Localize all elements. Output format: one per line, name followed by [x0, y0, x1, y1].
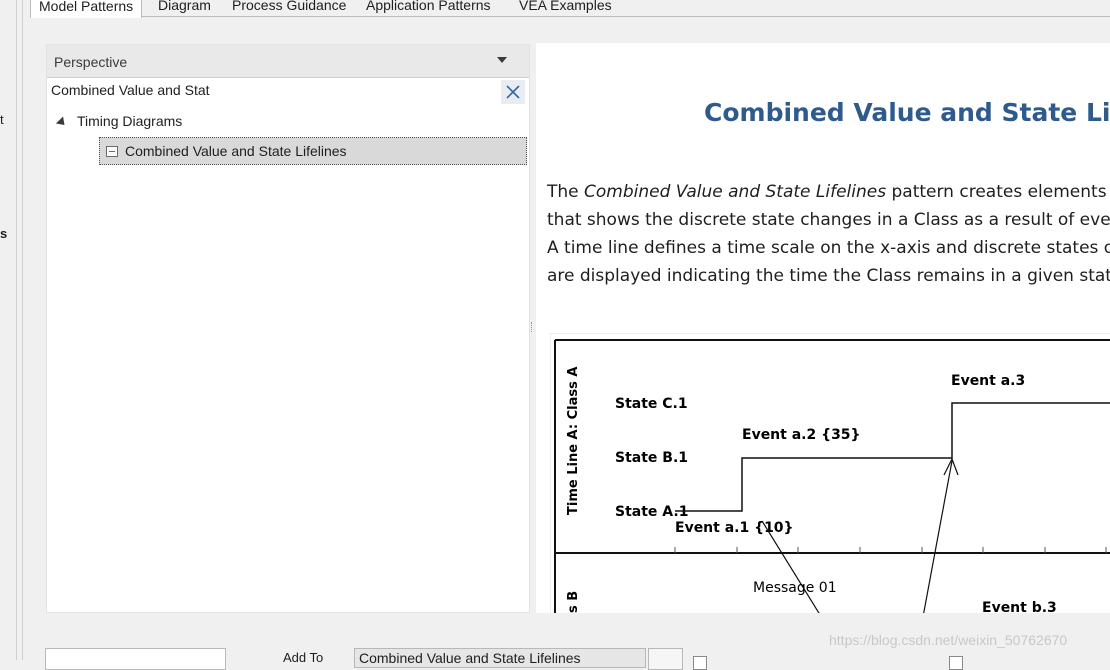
search-row: [47, 78, 529, 104]
tree-item-label: Timing Diagrams: [77, 113, 183, 129]
perspective-label: Perspective: [54, 54, 128, 70]
state-label-a1: State A.1: [615, 504, 688, 520]
doc-line-4: are displayed indicating the time the Cl…: [547, 266, 1110, 286]
tree-item-combined-value-state-lifelines[interactable]: Combined Value and State Lifelines: [99, 137, 527, 165]
browse-button[interactable]: [648, 648, 683, 670]
pattern-browser-panel: Perspective Timing Diagrams Combined Val…: [46, 44, 530, 613]
option-checkbox-2[interactable]: [949, 656, 963, 670]
doc-description: The Combined Value and State Lifelines p…: [547, 178, 1110, 290]
state-label-b1: State B.1: [615, 450, 688, 466]
tab-vea-examples[interactable]: VEA Examples: [511, 0, 620, 16]
lifeline-b-label: s B: [566, 591, 581, 613]
chevron-down-icon: [497, 57, 507, 63]
gutter-text-2: s: [0, 226, 8, 241]
option-checkbox-1[interactable]: [693, 656, 707, 670]
add-to-combo[interactable]: Combined Value and State Lifelines: [354, 648, 646, 668]
perspective-dropdown[interactable]: Perspective: [47, 45, 529, 78]
clear-search-button[interactable]: [501, 80, 525, 104]
pattern-icon: [106, 146, 118, 157]
gutter-text-1: t: [0, 112, 4, 127]
search-input[interactable]: [51, 80, 491, 100]
message-label: Message 01: [753, 580, 837, 596]
doc-line-3: A time line defines a time scale on the …: [547, 238, 1110, 258]
tab-application-patterns[interactable]: Application Patterns: [358, 0, 499, 16]
tree-item-label: Combined Value and State Lifelines: [125, 143, 347, 159]
tab-process-guidance[interactable]: Process Guidance: [224, 0, 354, 16]
doc-italic-term: Combined Value and State Lifelines: [584, 182, 887, 202]
state-label-c1: State C.1: [615, 396, 688, 412]
tree-item-timing-diagrams[interactable]: Timing Diagrams: [55, 113, 183, 129]
bottom-input[interactable]: [45, 648, 226, 670]
watermark-text: https://blog.csdn.net/weixin_50762670: [829, 632, 1068, 648]
event-a1-label: Event a.1 {10}: [675, 520, 794, 536]
event-b3-label: Event b.3: [982, 600, 1057, 613]
tab-diagram[interactable]: Diagram: [150, 0, 219, 16]
pattern-description-panel: Combined Value and State Lifelin The Com…: [536, 43, 1110, 613]
event-a3-label: Event a.3: [951, 373, 1025, 389]
panel-splitter[interactable]: [530, 44, 534, 611]
tab-model-patterns[interactable]: Model Patterns: [30, 0, 143, 18]
left-gutter: t s: [0, 0, 17, 660]
timing-diagram: Time Line A: Class A s B State C.1 State…: [550, 333, 1110, 613]
tab-strip: Model Patterns Diagram Process Guidance …: [30, 0, 1110, 18]
lifeline-a-label: Time Line A: Class A: [566, 367, 581, 515]
event-a2-label: Event a.2 {35}: [742, 427, 861, 443]
doc-title: Combined Value and State Lifelin: [704, 98, 1110, 127]
doc-line-2: that shows the discrete state changes in…: [547, 210, 1110, 230]
add-to-label: Add To: [283, 650, 324, 665]
close-icon: [506, 85, 520, 99]
expand-triangle-icon[interactable]: [55, 116, 69, 129]
gutter-divider: [22, 0, 23, 660]
doc-line-1: The Combined Value and State Lifelines p…: [547, 182, 1110, 202]
grip-icon: [531, 322, 534, 332]
